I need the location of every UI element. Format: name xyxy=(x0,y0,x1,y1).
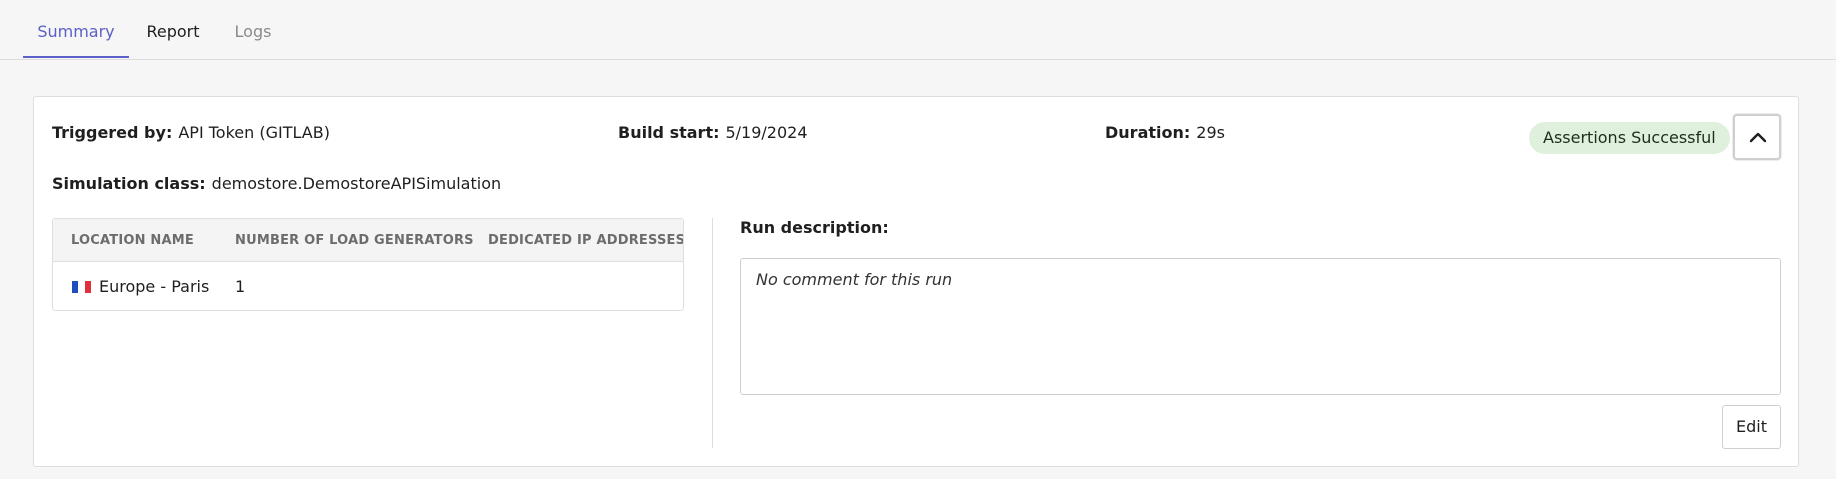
run-description-box: No comment for this run xyxy=(740,258,1781,395)
column-header-dedicated-ips: DEDICATED IP ADDRESSES xyxy=(488,233,684,248)
duration: Duration: 29s xyxy=(1105,123,1225,142)
tab-report[interactable]: Report xyxy=(136,0,210,59)
france-flag-icon xyxy=(72,281,91,293)
load-generators-count: 1 xyxy=(235,277,246,296)
tab-bar: Summary Report Logs xyxy=(0,0,1836,60)
triggered-by-label: Triggered by: xyxy=(52,123,173,142)
table-header: LOCATION NAME NUMBER OF LOAD GENERATORS … xyxy=(53,219,683,262)
triggered-by-value: API Token (GITLAB) xyxy=(178,123,330,142)
run-description-label: Run description: xyxy=(740,218,889,237)
status-badge: Assertions Successful xyxy=(1529,122,1730,154)
edit-button[interactable]: Edit xyxy=(1722,405,1781,449)
duration-label: Duration: xyxy=(1105,123,1191,142)
location-name: Europe - Paris xyxy=(99,277,210,296)
build-start-value: 5/19/2024 xyxy=(725,123,808,142)
run-summary-card: Triggered by: API Token (GITLAB) Build st… xyxy=(33,96,1799,467)
run-description-text: No comment for this run xyxy=(756,270,953,289)
column-header-load-generators: NUMBER OF LOAD GENERATORS xyxy=(235,233,474,248)
locations-table: LOCATION NAME NUMBER OF LOAD GENERATORS … xyxy=(52,218,684,311)
column-header-location-name: LOCATION NAME xyxy=(71,233,194,248)
simulation-class-value: demostore.DemostoreAPISimulation xyxy=(211,174,502,193)
collapse-button[interactable] xyxy=(1733,114,1781,160)
column-divider xyxy=(712,218,713,448)
build-start-label: Build start: xyxy=(618,123,720,142)
chevron-up-icon xyxy=(1749,132,1767,143)
build-start: Build start: 5/19/2024 xyxy=(618,123,808,142)
tab-summary[interactable]: Summary xyxy=(23,0,129,58)
table-row: Europe - Paris 1 xyxy=(53,262,683,310)
triggered-by: Triggered by: API Token (GITLAB) xyxy=(52,123,330,142)
simulation-class-label: Simulation class: xyxy=(52,174,206,193)
simulation-class: Simulation class: demostore.DemostoreAPIS… xyxy=(52,174,501,193)
duration-value: 29s xyxy=(1196,123,1225,142)
tab-logs[interactable]: Logs xyxy=(228,0,278,59)
